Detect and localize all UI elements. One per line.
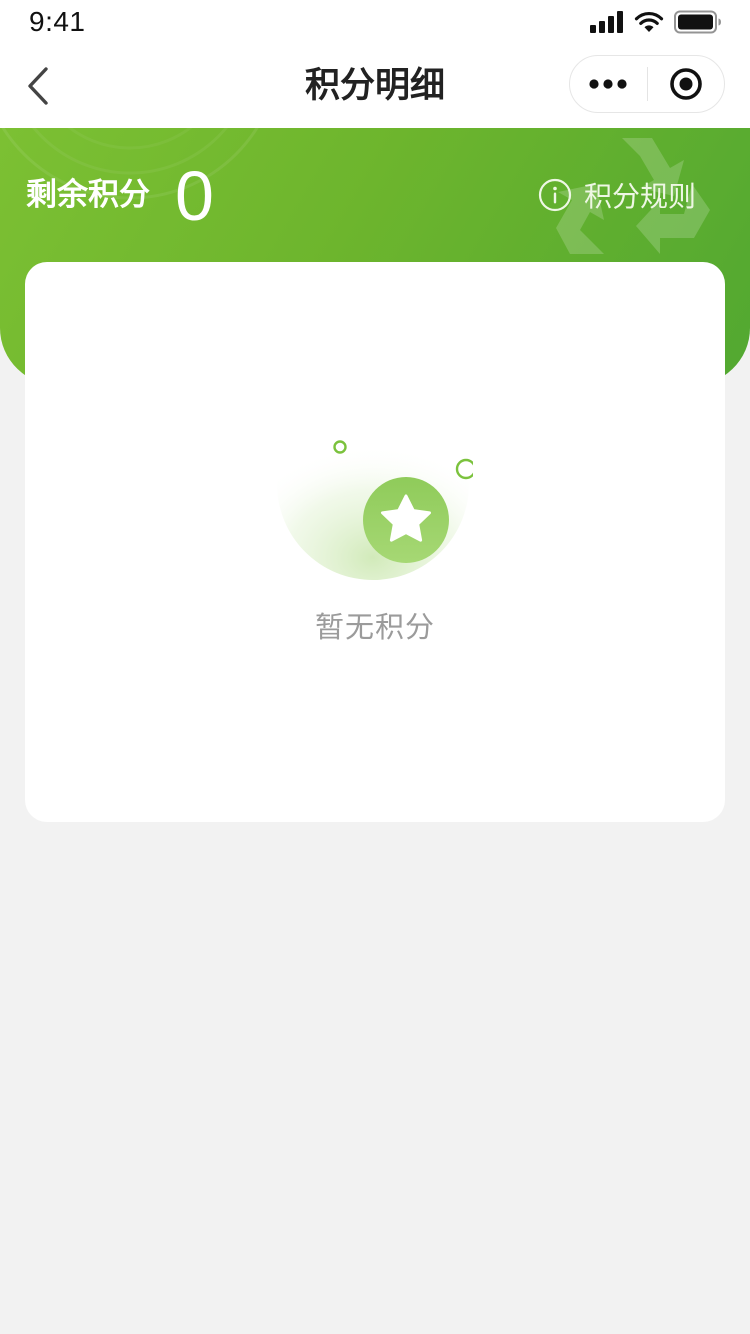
empty-state-message: 暂无积分 [314,610,435,644]
remaining-points-label: 剩余积分 [26,177,150,213]
signal-icon [590,11,623,33]
nav-bar: 积分明细 [0,44,750,128]
status-icons [590,10,722,34]
more-button[interactable] [570,56,647,112]
target-circle-icon [669,68,702,100]
status-time: 9:41 [29,6,86,37]
points-rules-label: 积分规则 [583,180,696,213]
close-mini-program-button[interactable] [648,56,725,112]
empty-state-illustration [277,430,473,580]
status-bar: 9:41 [0,0,750,44]
wifi-icon [634,11,664,32]
points-rules-link[interactable]: 积分规则 [538,176,696,214]
battery-icon [674,10,721,34]
mini-program-capsule [569,55,725,113]
more-dots-icon [589,79,627,89]
remaining-points-value: 0 [175,157,214,235]
points-detail-card: 暂无积分 [25,262,725,822]
info-circle-icon [538,178,572,212]
